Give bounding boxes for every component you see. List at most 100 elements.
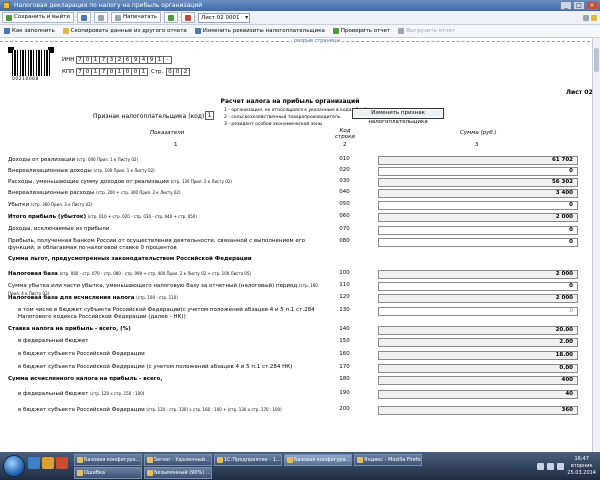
digit-cell[interactable]: 0 xyxy=(132,68,140,76)
digit-cell[interactable]: 0 xyxy=(124,68,132,76)
digit-cell[interactable]: 9 xyxy=(132,56,140,64)
digit-cell[interactable]: 4 xyxy=(140,56,148,64)
digit-cell[interactable]: 0 xyxy=(84,56,92,64)
row-value-field[interactable]: 360 xyxy=(378,406,578,415)
row-value-field[interactable]: 2 000 xyxy=(378,294,578,303)
unload-report-button[interactable]: Выгрузить отчет xyxy=(398,28,455,34)
form-page: разрыв страницы 00210068 ИНН 70173269491… xyxy=(0,38,600,452)
change-taxpayer-button[interactable]: Изменить признак налогоплательщика xyxy=(352,108,444,125)
digit-cell[interactable]: 1 xyxy=(92,68,100,76)
copy-data-button[interactable]: Скопировать данные из другого отчета xyxy=(62,28,187,34)
print-button[interactable]: Напечатать xyxy=(110,12,162,23)
sheet-select[interactable]: Лист 02 0001 xyxy=(198,12,251,23)
row-value-field[interactable]: 0 xyxy=(378,226,578,235)
digit-cell[interactable]: 7 xyxy=(100,56,108,64)
digit-cell[interactable]: 0 xyxy=(166,68,174,76)
row-value-field[interactable]: 0 xyxy=(378,282,578,291)
vertical-scrollbar[interactable] xyxy=(592,38,600,452)
save-close-button[interactable]: Сохранить и выйти xyxy=(2,12,74,23)
maximize-button[interactable]: □ xyxy=(573,1,585,10)
digit-cell[interactable]: 1 xyxy=(92,56,100,64)
row-code: 150 xyxy=(339,338,350,344)
close-button[interactable]: × xyxy=(586,1,598,10)
row-value-field[interactable]: 2 000 xyxy=(378,213,578,222)
minimize-button[interactable]: _ xyxy=(560,1,572,10)
row-value-field[interactable]: 400 xyxy=(378,376,578,385)
row-value-field[interactable]: 18.00 xyxy=(378,351,578,360)
how-fill-button[interactable]: Как заполнить xyxy=(4,28,55,34)
digit-cell[interactable]: 0 xyxy=(84,68,92,76)
digit-cell[interactable]: 0 xyxy=(108,68,116,76)
clock[interactable]: 16:47 вторник 25.03.2014 xyxy=(567,456,596,477)
language-icon[interactable] xyxy=(537,462,545,470)
taskbar-task[interactable]: Server - Удаленный... xyxy=(144,454,212,466)
digit-cell[interactable]: 1 xyxy=(140,68,148,76)
taskbar-task[interactable]: Базовая конфигура... xyxy=(74,454,142,466)
page-number-cells: 002 xyxy=(166,68,190,76)
row-value-field[interactable]: 3 400 xyxy=(378,189,578,198)
row-value-field[interactable]: 0 xyxy=(378,238,578,247)
digit-cell[interactable]: 7 xyxy=(100,68,108,76)
copy-icon xyxy=(62,28,69,34)
digit-cell[interactable]: 3 xyxy=(108,56,116,64)
save-button[interactable] xyxy=(76,12,91,23)
row-label-text: Убытки xyxy=(8,202,30,208)
row-value-field[interactable]: 61 702 xyxy=(378,156,578,165)
scroll-thumb[interactable] xyxy=(594,48,599,72)
window-titlebar: Налоговая декларация по налогу на прибыл… xyxy=(0,0,600,11)
check-report-button[interactable]: Проверить отчет xyxy=(332,28,390,34)
digit-cell[interactable]: 7 xyxy=(76,68,84,76)
row-label: в бюджет субъекта Российской Федерации (… xyxy=(18,364,318,371)
row-label: Расходы, уменьшающие сумму доходов от ре… xyxy=(8,178,320,186)
delete-sheet-button[interactable] xyxy=(181,12,196,23)
row-label: Сумма исчисленного налога на прибыль - в… xyxy=(8,376,320,383)
row-label-text: Сумма исчисленного налога на прибыль - в… xyxy=(8,376,163,382)
volume-icon[interactable] xyxy=(557,462,565,470)
taxpayer-code-field[interactable]: 1 xyxy=(205,111,214,120)
start-button[interactable] xyxy=(3,455,25,477)
change-details-button[interactable]: Изменить реквизиты налогоплательщика xyxy=(194,28,325,34)
window-title: Налоговая декларация по налогу на прибыл… xyxy=(14,2,203,9)
row-label: в федеральный бюджет (стр. 120 х стр. 15… xyxy=(18,390,318,398)
digit-cell[interactable]: - xyxy=(164,56,172,64)
digit-cell[interactable]: 1 xyxy=(116,68,124,76)
row-label-text: в бюджет субъекта Российской Федерации xyxy=(18,351,145,357)
network-icon[interactable] xyxy=(547,462,555,470)
taskbar-task[interactable]: Безымянный (90%) ... xyxy=(144,467,212,479)
row-label-text: Итого прибыль (убыток) xyxy=(8,214,87,220)
taskbar-task[interactable]: Ошибка xyxy=(74,467,142,479)
settings-icon[interactable] xyxy=(583,14,589,21)
digit-cell[interactable]: 0 xyxy=(174,68,182,76)
row-value-field[interactable]: 40 xyxy=(378,390,578,399)
digit-cell[interactable]: 7 xyxy=(76,56,84,64)
row-value-field[interactable]: 0.00 xyxy=(378,364,578,373)
row-label: Сумма льгот, предусмотренных законодател… xyxy=(8,256,320,263)
row-value-field[interactable]: 2.00 xyxy=(378,338,578,347)
row-value-field[interactable]: 20.00 xyxy=(378,326,578,335)
add-sheet-button[interactable] xyxy=(164,12,179,23)
ie-icon[interactable] xyxy=(28,457,40,469)
row-value-field[interactable]: 0 xyxy=(378,167,578,176)
digit-cell[interactable]: 2 xyxy=(116,56,124,64)
row-code: 100 xyxy=(339,270,350,276)
digit-cell[interactable]: 6 xyxy=(124,56,132,64)
digit-cell[interactable]: 9 xyxy=(148,56,156,64)
row-value-field[interactable]: 56 302 xyxy=(378,178,578,187)
row-value-field[interactable]: 0 xyxy=(378,201,578,210)
kpp-label: КПП xyxy=(62,69,75,75)
undo-button[interactable] xyxy=(93,12,108,23)
digit-cell[interactable]: 1 xyxy=(156,56,164,64)
row-value-field[interactable]: 0 xyxy=(378,307,578,316)
taskbar-task[interactable]: 1С:Предприятие - 1... xyxy=(214,454,282,466)
row-value-field[interactable]: 2 000 xyxy=(378,270,578,279)
folder-icon[interactable] xyxy=(42,457,54,469)
digit-cell[interactable]: 2 xyxy=(182,68,190,76)
row-code: 170 xyxy=(339,364,350,370)
taskbar-task[interactable]: Яндекс - Mozilla Firefox xyxy=(354,454,422,466)
help-icon[interactable] xyxy=(591,14,597,21)
media-icon[interactable] xyxy=(56,457,68,469)
help-book-icon xyxy=(4,28,10,34)
page-break-line: разрыв страницы xyxy=(0,38,590,44)
col-number: 1 xyxy=(174,142,178,148)
taskbar-task[interactable]: Базовая конфигура... xyxy=(284,454,352,466)
